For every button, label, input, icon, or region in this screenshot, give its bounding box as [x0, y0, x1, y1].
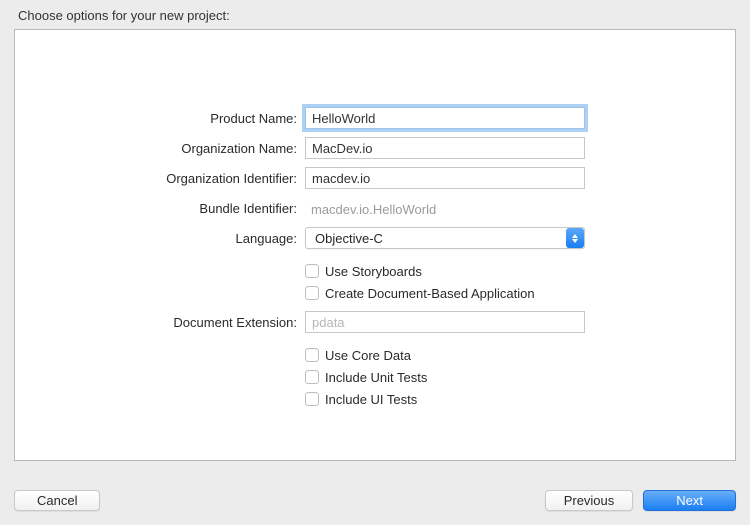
cancel-button[interactable]: Cancel: [14, 490, 100, 511]
label-use-core-data: Use Core Data: [325, 348, 411, 363]
label-include-ui-tests: Include UI Tests: [325, 392, 417, 407]
checkbox-include-unit-tests[interactable]: [305, 370, 319, 384]
select-language-value: Objective-C: [306, 231, 383, 246]
checkbox-include-ui-tests[interactable]: [305, 392, 319, 406]
row-bundle-id: Bundle Identifier: macdev.io.HelloWorld: [15, 196, 735, 220]
row-include-ui-tests: Include UI Tests: [305, 389, 735, 409]
label-create-doc-app: Create Document-Based Application: [325, 286, 535, 301]
row-doc-extension: Document Extension:: [15, 310, 735, 334]
select-language[interactable]: Objective-C: [305, 227, 585, 249]
row-language: Language: Objective-C: [15, 226, 735, 250]
row-product-name: Product Name:: [15, 106, 735, 130]
row-org-id: Organization Identifier:: [15, 166, 735, 190]
label-doc-extension: Document Extension:: [15, 315, 305, 330]
next-button[interactable]: Next: [643, 490, 736, 511]
checkbox-use-storyboards[interactable]: [305, 264, 319, 278]
options-panel: Product Name: Organization Name: Organiz…: [14, 29, 736, 461]
checkbox-create-doc-app[interactable]: [305, 286, 319, 300]
label-language: Language:: [15, 231, 305, 246]
label-use-storyboards: Use Storyboards: [325, 264, 422, 279]
dialog-title: Choose options for your new project:: [18, 8, 230, 23]
row-create-doc-app: Create Document-Based Application: [305, 283, 735, 303]
checkbox-use-core-data[interactable]: [305, 348, 319, 362]
input-product-name[interactable]: [305, 107, 585, 129]
previous-button[interactable]: Previous: [545, 490, 634, 511]
input-org-name[interactable]: [305, 137, 585, 159]
label-org-name: Organization Name:: [15, 141, 305, 156]
input-org-id[interactable]: [305, 167, 585, 189]
row-use-core-data: Use Core Data: [305, 345, 735, 365]
input-doc-extension[interactable]: [305, 311, 585, 333]
label-org-id: Organization Identifier:: [15, 171, 305, 186]
label-include-unit-tests: Include Unit Tests: [325, 370, 427, 385]
dialog-footer: Cancel Previous Next: [14, 490, 736, 511]
dialog-header: Choose options for your new project:: [0, 0, 750, 29]
stepper-arrows-icon: [566, 228, 584, 248]
label-product-name: Product Name:: [15, 111, 305, 126]
form-container: Product Name: Organization Name: Organiz…: [15, 106, 735, 411]
row-use-storyboards: Use Storyboards: [305, 261, 735, 281]
value-bundle-id: macdev.io.HelloWorld: [305, 200, 585, 217]
row-include-unit-tests: Include Unit Tests: [305, 367, 735, 387]
label-bundle-id: Bundle Identifier:: [15, 201, 305, 216]
row-org-name: Organization Name:: [15, 136, 735, 160]
